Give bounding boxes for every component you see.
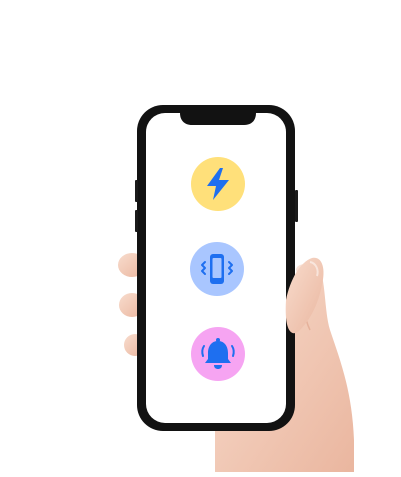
vibrate-feature-button[interactable]: vibrate	[190, 242, 244, 296]
alert-feature-button[interactable]: alert	[191, 327, 245, 381]
power-feature-button[interactable]: power	[191, 157, 245, 211]
ringing-bell-icon	[201, 338, 235, 369]
lightning-bolt-icon	[207, 168, 229, 200]
vibrating-phone-icon	[201, 254, 233, 284]
phone-screen-content: power vibrate alert	[0, 0, 401, 472]
